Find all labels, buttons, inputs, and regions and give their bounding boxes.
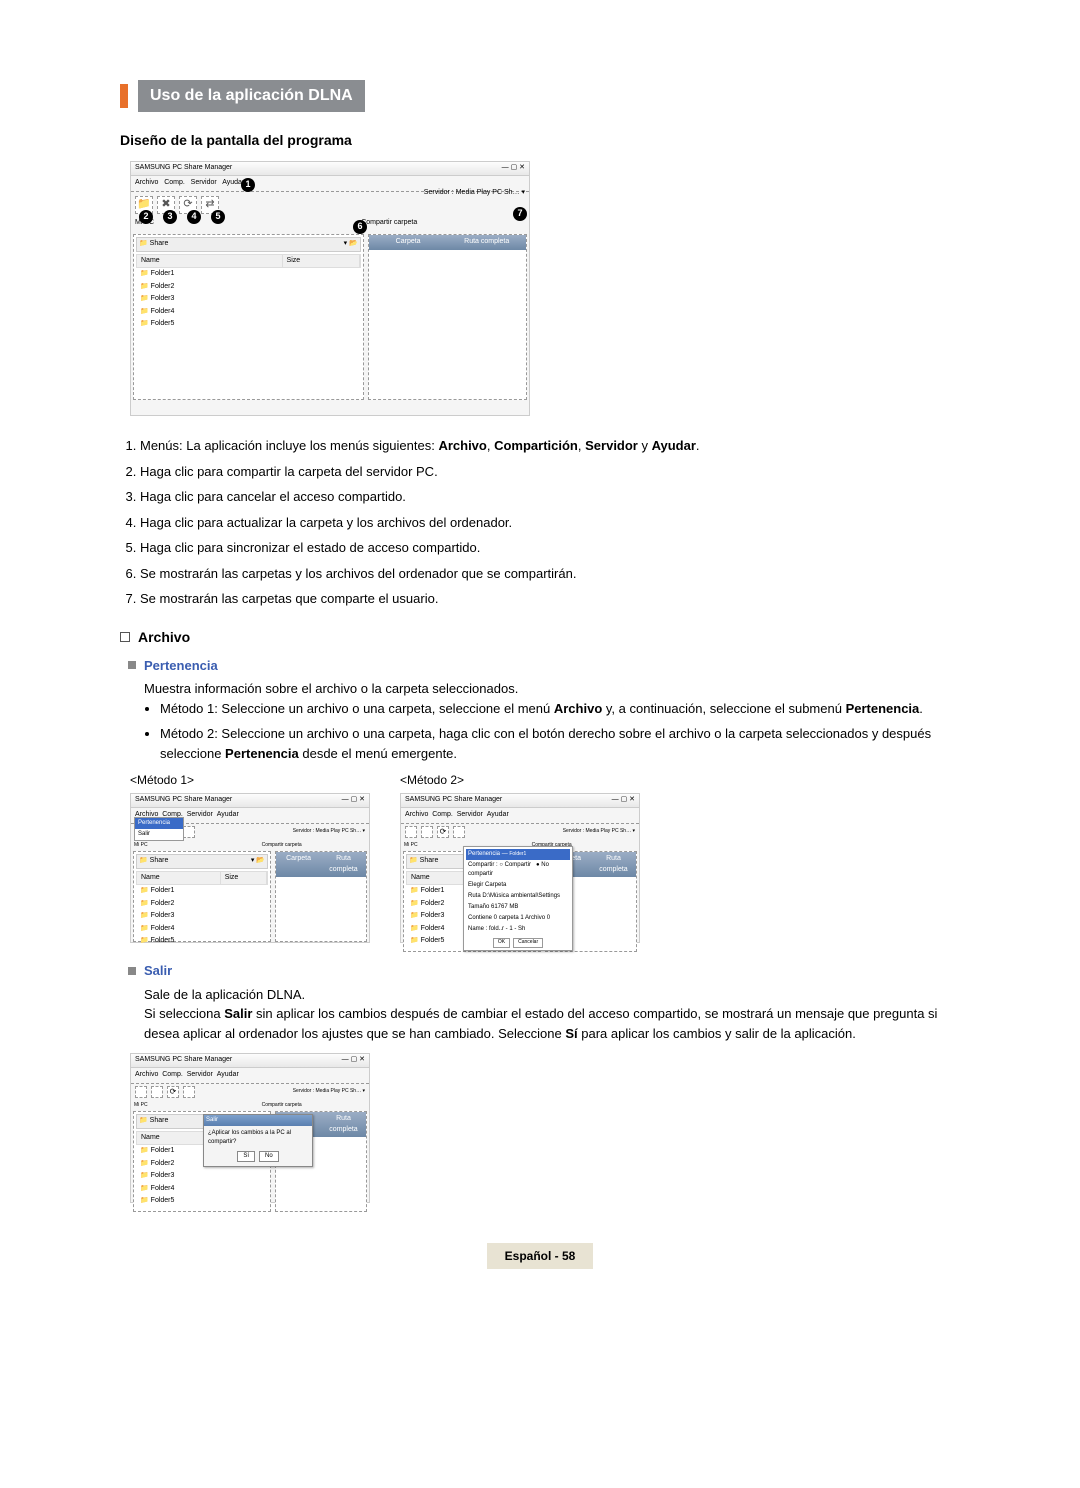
pertenencia-methods: Método 1: Seleccione un archivo o una ca… (160, 699, 960, 764)
col-carpeta: Carpeta (369, 235, 448, 250)
menu-item-pertenencia[interactable]: Pertenencia (135, 818, 183, 829)
folder-row[interactable]: 📁 Folder4 (136, 306, 361, 319)
callout-3: 3 (163, 210, 177, 224)
ctx-info: Name : fold..r - 1 - Sh (466, 924, 570, 935)
method2-label: <Método 2> (400, 771, 640, 789)
menu-comp[interactable]: Comp. (164, 179, 185, 186)
screenshot-method1: SAMSUNG PC Share Manager— ▢ ✕ Archivo Co… (130, 793, 370, 943)
desc-1: Menús: La aplicación incluye los menús s… (140, 436, 960, 456)
right-pane[interactable]: Carpeta Ruta completa (368, 234, 527, 400)
metodo2-text: Método 2: Seleccione un archivo o una ca… (160, 724, 960, 763)
server-indicator: Servidor : Media Play PC Sh… ▾ (424, 188, 525, 199)
menu-archivo[interactable]: Archivo (135, 179, 158, 186)
callout-descriptions: Menús: La aplicación incluye los menús s… (120, 436, 960, 609)
square-bullet-icon (128, 661, 136, 669)
dialog-message: ¿Aplicar los cambios a la PC al comparti… (208, 1129, 308, 1147)
salir-paragraph: Si selecciona Salir sin aplicar los camb… (144, 1004, 960, 1043)
callout-2: 2 (139, 210, 153, 224)
path-bar[interactable]: 📁 Share ▾ 📂 (136, 237, 361, 252)
folder-row[interactable]: 📁 Folder1 (136, 268, 361, 281)
menu-servidor[interactable]: Servidor (191, 179, 217, 186)
shared-label: Compartir carpeta (361, 218, 417, 229)
footer-lang: Español - (505, 1249, 562, 1263)
square-bullet-icon (128, 967, 136, 975)
dialog-yes-button[interactable]: Sí (237, 1151, 255, 1162)
dialog-title: Salir (204, 1115, 312, 1126)
window-controls: — ▢ ✕ (502, 163, 525, 174)
method1-label: <Método 1> (130, 771, 370, 789)
confirm-dialog: Salir ¿Aplicar los cambios a la PC al co… (203, 1114, 313, 1167)
section-title: Uso de la aplicación DLNA (138, 80, 365, 112)
ctx-cancel-button[interactable]: Cancelar (513, 938, 543, 948)
col-ruta: Ruta completa (447, 235, 526, 250)
ctx-info: Elegir Carpeta (466, 880, 570, 891)
desc-2: Haga clic para compartir la carpeta del … (140, 462, 960, 482)
ctx-title: Pertenencia — Folder1 (466, 849, 570, 860)
col-name: Name (137, 255, 283, 268)
page-footer: Español - 58 (120, 1243, 960, 1269)
desc-3: Haga clic para cancelar el acceso compar… (140, 487, 960, 507)
callout-1: 1 (241, 178, 255, 192)
desc-5: Haga clic para sincronizar el estado de … (140, 538, 960, 558)
desc-6: Se mostrarán las carpetas y los archivos… (140, 564, 960, 584)
window-title: SAMSUNG PC Share Manager (135, 163, 232, 174)
archivo-heading: Archivo (120, 627, 960, 648)
desc-4: Haga clic para actualizar la carpeta y l… (140, 513, 960, 533)
method-screenshots: <Método 1> SAMSUNG PC Share Manager— ▢ ✕… (130, 771, 960, 943)
screenshot-main: SAMSUNG PC Share Manager — ▢ ✕ Archivo C… (130, 161, 530, 416)
desc-7: Se mostrarán las carpetas que comparte e… (140, 589, 960, 609)
ctx-radio-row[interactable]: Compartir : ○ Compartir ● No compartir (466, 860, 570, 880)
left-pane[interactable]: 📁 Share ▾ 📂 Name Size 📁 Folder1 📁 Folder… (133, 234, 364, 400)
folder-row[interactable]: 📁 Folder5 (136, 318, 361, 331)
pertenencia-label: Pertenencia (144, 656, 218, 676)
ctx-ok-button[interactable]: OK (493, 938, 510, 948)
callout-4: 4 (187, 210, 201, 224)
folder-row[interactable]: 📁 Folder2 (136, 281, 361, 294)
salir-desc: Sale de la aplicación DLNA. (144, 985, 960, 1005)
callout-7: 7 (513, 207, 527, 221)
section-header: Uso de la aplicación DLNA (120, 80, 960, 112)
archivo-menu-open[interactable]: Pertenencia Salir (134, 817, 184, 841)
archivo-label: Archivo (138, 627, 190, 648)
screenshot-salir: SAMSUNG PC Share Manager— ▢ ✕ Archivo Co… (130, 1053, 370, 1203)
dialog-no-button[interactable]: No (259, 1151, 279, 1162)
menu-item-salir[interactable]: Salir (135, 829, 183, 840)
callout-5: 5 (211, 210, 225, 224)
folder-row[interactable]: 📁 Folder3 (136, 293, 361, 306)
col-size: Size (283, 255, 360, 268)
left-columns: Name Size (136, 254, 361, 269)
window-titlebar: SAMSUNG PC Share Manager — ▢ ✕ (131, 162, 529, 176)
ctx-info: Contiene 0 carpeta 1 Archivo 0 (466, 913, 570, 924)
square-bullet-icon (120, 632, 130, 642)
ctx-info: Ruta D:\Música ambiental\Settings (466, 891, 570, 902)
metodo1-text: Método 1: Seleccione un archivo o una ca… (160, 699, 960, 719)
callout-6: 6 (353, 220, 367, 234)
server-value[interactable]: Media Play PC Sh… (456, 189, 520, 196)
layout-heading: Diseño de la pantalla del programa (120, 130, 960, 151)
footer-page: 58 (562, 1249, 575, 1263)
server-label: Servidor : (424, 189, 454, 196)
salir-heading: Salir (128, 961, 960, 981)
pertenencia-heading: Pertenencia (128, 656, 960, 676)
right-columns: Carpeta Ruta completa (369, 235, 526, 250)
pertenencia-desc: Muestra información sobre el archivo o l… (144, 679, 960, 699)
ctx-info: Tamaño 61767 MB (466, 902, 570, 913)
screenshot-method2: SAMSUNG PC Share Manager— ▢ ✕ Archivo Co… (400, 793, 640, 943)
context-menu[interactable]: Pertenencia — Folder1 Compartir : ○ Comp… (463, 846, 573, 951)
accent-bar (120, 84, 128, 108)
salir-label: Salir (144, 961, 172, 981)
